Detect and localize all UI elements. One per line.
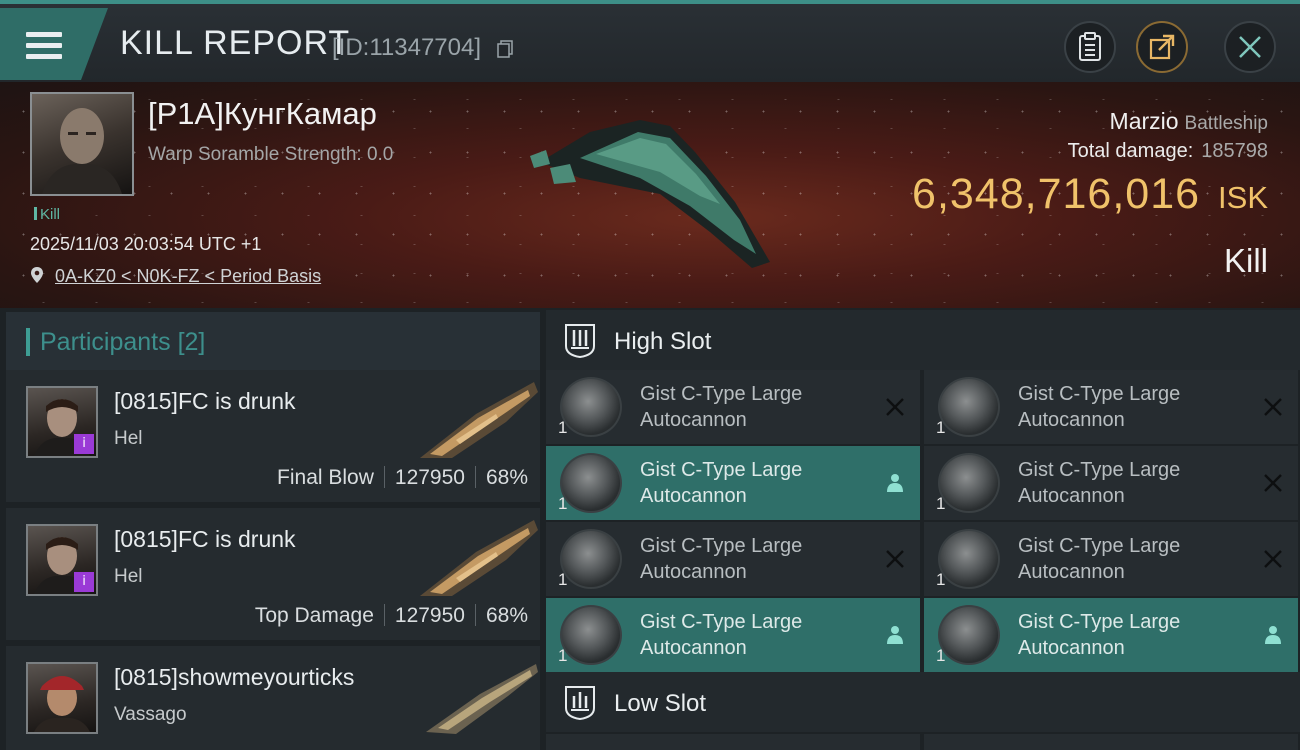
participant-name: [0815]FC is drunk	[114, 526, 296, 552]
kill-tag: Kill	[34, 206, 60, 223]
module-item[interactable]: 1 Gist C-Type Large Autocannon	[924, 446, 1298, 520]
role-badge: i	[74, 434, 94, 454]
share-button[interactable]	[1136, 21, 1188, 73]
module-item[interactable]	[546, 734, 920, 750]
participant-row[interactable]: i [0815]FC is drunk Hel Final Blow 127950…	[6, 370, 540, 502]
participant-row[interactable]: [0815]showmeyourticks Vassago	[6, 646, 540, 750]
participant-name: [0815]FC is drunk	[114, 388, 296, 414]
page-title: KILL REPORT	[120, 24, 351, 62]
location-link[interactable]: 0A-KZ0 < N0K-FZ < Period Basis	[55, 266, 321, 286]
module-item[interactable]: 1 Gist C-Type Large Autocannon	[924, 598, 1298, 672]
module-item[interactable]: 1 Gist C-Type Large Autocannon	[546, 370, 920, 444]
destroyed-icon	[886, 550, 904, 568]
module-item[interactable]: 1 Gist C-Type Large Autocannon	[546, 446, 920, 520]
role-badge: i	[74, 572, 94, 592]
victim-name[interactable]: [P1A]КунгКамар	[148, 96, 377, 132]
autocannon-icon	[560, 529, 622, 589]
module-item[interactable]: 1 Gist C-Type Large Autocannon	[924, 370, 1298, 444]
isk-value: 6,348,716,016 ISK	[912, 170, 1268, 218]
result-label: Kill	[1223, 242, 1268, 279]
low-slot-header: Low Slot	[546, 672, 1300, 732]
participant-avatar	[26, 662, 98, 734]
module-item[interactable]	[924, 734, 1298, 750]
destroyed-icon	[1264, 398, 1282, 416]
autocannon-icon	[560, 377, 622, 437]
participants-panel: Participants [2] i [0815]FC is drunk Hel…	[0, 308, 540, 750]
high-slot-header: High Slot	[546, 310, 1300, 370]
participant-ship-image	[420, 382, 538, 458]
destroyed-icon	[886, 398, 904, 416]
copy-icon[interactable]	[497, 40, 513, 58]
module-item[interactable]: 1 Gist C-Type Large Autocannon	[546, 598, 920, 672]
clipboard-icon	[1079, 32, 1101, 61]
participant-ship: Vassago	[114, 704, 187, 725]
participant-ship-image	[420, 520, 538, 596]
victim-ship-image	[530, 120, 770, 268]
close-button[interactable]	[1224, 21, 1276, 73]
menu-button[interactable]	[0, 8, 108, 80]
kill-location[interactable]: 0A-KZ0 < N0K-FZ < Period Basis	[30, 266, 321, 287]
victim-banner: [P1A]КунгКамар Warp Soramble Strength: 0…	[0, 82, 1300, 308]
autocannon-icon	[560, 453, 622, 513]
dropped-person-icon	[887, 474, 903, 492]
autocannon-icon	[938, 377, 1000, 437]
report-id: [ID:11347704]	[332, 34, 482, 61]
kill-datetime: 2025/11/03 20:03:54 UTC +1	[30, 234, 262, 254]
location-pin-icon	[31, 267, 43, 283]
total-damage: Total damage: 185798	[1067, 140, 1268, 162]
victim-avatar[interactable]	[30, 92, 134, 196]
top-bar: KILL REPORT [ID:11347704]	[0, 0, 1300, 82]
participant-ship: Hel	[114, 428, 143, 449]
warp-scramble-strength: Warp Soramble Strength: 0.0	[148, 144, 394, 165]
clipboard-button[interactable]	[1064, 21, 1116, 73]
module-item[interactable]: 1 Gist C-Type Large Autocannon	[546, 522, 920, 596]
participant-row[interactable]: i [0815]FC is drunk Hel Top Damage 127950…	[6, 508, 540, 640]
low-slot-icon	[565, 686, 595, 720]
share-icon	[1149, 34, 1175, 60]
high-slot-label: High Slot	[614, 328, 712, 355]
participant-stats: Top Damage 127950 68%	[254, 604, 528, 627]
close-icon	[1239, 36, 1261, 58]
dropped-person-icon	[887, 626, 903, 644]
participant-ship: Hel	[114, 566, 143, 587]
participant-ship-image	[426, 664, 538, 734]
fitting-panel: High Slot 1 Gist C-Type Large Autocannon …	[540, 308, 1300, 750]
autocannon-icon	[938, 605, 1000, 665]
dropped-person-icon	[1265, 626, 1281, 644]
destroyed-icon	[1264, 474, 1282, 492]
high-slot-icon	[565, 324, 595, 358]
participants-header[interactable]: Participants [2]	[6, 312, 540, 370]
autocannon-icon	[560, 605, 622, 665]
autocannon-icon	[938, 529, 1000, 589]
participant-name: [0815]showmeyourticks	[114, 664, 355, 690]
low-slot-label: Low Slot	[614, 690, 707, 717]
destroyed-icon	[1264, 550, 1282, 568]
module-item[interactable]: 1 Gist C-Type Large Autocannon	[924, 522, 1298, 596]
participant-stats: Final Blow 127950 68%	[277, 466, 528, 489]
victim-ship[interactable]: Marzio Battleship	[1110, 108, 1268, 135]
autocannon-icon	[938, 453, 1000, 513]
